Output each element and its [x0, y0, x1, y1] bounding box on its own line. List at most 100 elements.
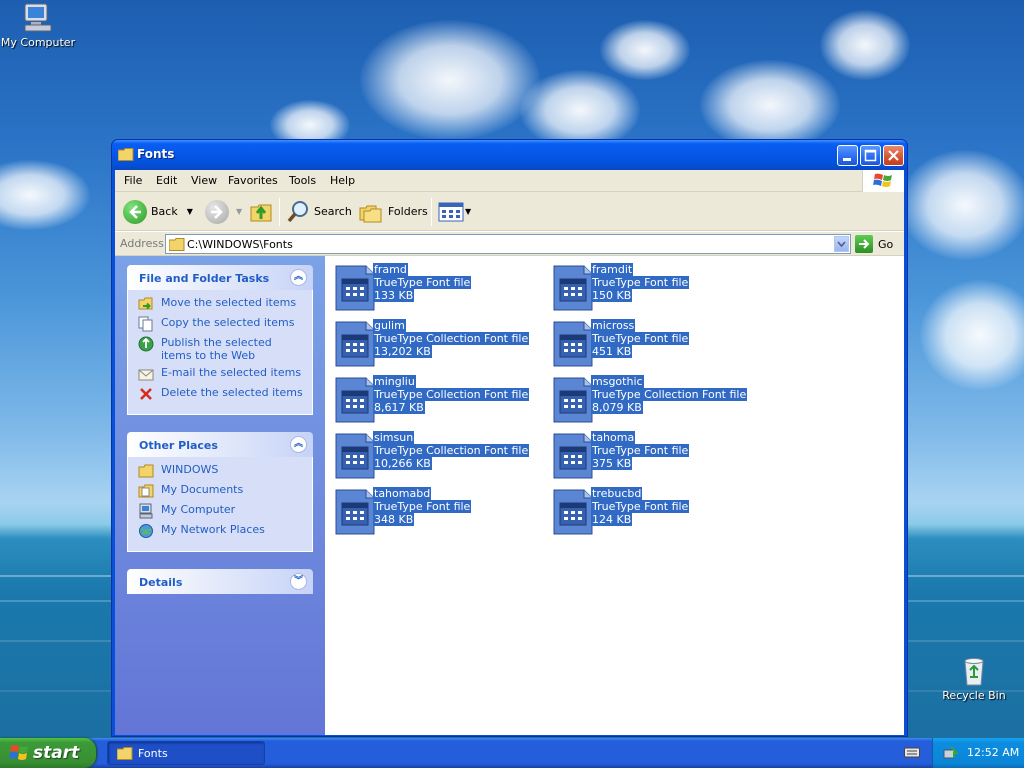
- file-name: simsun: [373, 431, 415, 444]
- clock: 12:52 AM: [967, 746, 1020, 759]
- email-icon: [138, 366, 154, 382]
- menu-view[interactable]: View: [191, 174, 217, 187]
- panel-header[interactable]: File and Folder Tasks ︽: [127, 265, 313, 290]
- file-type: TrueType Collection Font file: [591, 388, 748, 401]
- file-type: TrueType Font file: [591, 500, 690, 513]
- font-file-icon: [335, 265, 375, 311]
- file-name: micross: [591, 319, 636, 332]
- place-label: My Documents: [161, 483, 244, 496]
- views-icon: [438, 202, 464, 221]
- taskbar: start Fonts 12:52 AM: [0, 738, 1024, 768]
- task-label: Move the selected items: [161, 296, 297, 309]
- file-name: trebucbd: [591, 487, 643, 500]
- title-bar[interactable]: Fonts: [112, 140, 907, 170]
- move-icon: [138, 296, 154, 312]
- file-item[interactable]: gulim TrueType Collection Font file 13,2…: [325, 319, 535, 367]
- task-label: E-mail the selected items: [161, 366, 302, 379]
- forward-button[interactable]: ▼: [205, 192, 242, 231]
- file-item[interactable]: tahoma TrueType Font file 375 KB: [543, 431, 753, 479]
- file-size: 10,266 KB: [373, 457, 432, 470]
- file-type: TrueType Font file: [591, 444, 690, 457]
- chevron-down-icon[interactable]: ▼: [236, 207, 242, 216]
- safely-remove-hardware-icon[interactable]: [942, 745, 960, 761]
- menu-bar: File Edit View Favorites Tools Help: [115, 170, 904, 192]
- chevron-down-icon: [837, 241, 846, 248]
- my-documents-icon: [138, 483, 154, 499]
- go-arrow-icon: [855, 235, 873, 253]
- menu-tools[interactable]: Tools: [289, 174, 316, 187]
- maximize-button[interactable]: [860, 145, 881, 166]
- address-dropdown-button[interactable]: [834, 236, 849, 252]
- file-name: framd: [373, 263, 408, 276]
- collapse-icon[interactable]: ︽: [290, 269, 307, 286]
- task-delete-selected[interactable]: Delete the selected items: [138, 386, 312, 406]
- panel-title: Details: [139, 576, 183, 589]
- chevron-down-icon[interactable]: ▼: [465, 207, 471, 216]
- file-item[interactable]: framdit TrueType Font file 150 KB: [543, 263, 753, 311]
- go-button[interactable]: Go: [855, 233, 903, 255]
- task-copy-selected[interactable]: Copy the selected items: [138, 316, 312, 336]
- folders-label: Folders: [388, 205, 428, 218]
- file-item[interactable]: simsun TrueType Collection Font file 10,…: [325, 431, 535, 479]
- menu-file[interactable]: File: [124, 174, 142, 187]
- folder-icon: [117, 747, 133, 760]
- file-item[interactable]: tahomabd TrueType Font file 348 KB: [325, 487, 535, 535]
- font-file-icon: [553, 265, 593, 311]
- task-publish-selected[interactable]: Publish the selected items to the Web: [138, 336, 312, 366]
- explorer-window: Fonts File Edit View Favorites Tools Hel…: [111, 139, 908, 737]
- place-label: My Network Places: [161, 523, 265, 536]
- toolbar-separator: [431, 198, 432, 226]
- place-windows[interactable]: WINDOWS: [138, 463, 312, 483]
- panel-header[interactable]: Other Places ︽: [127, 432, 313, 457]
- panel-header[interactable]: Details ︾: [127, 569, 313, 594]
- taskbar-item-fonts[interactable]: Fonts: [107, 741, 265, 765]
- folders-button[interactable]: Folders: [358, 192, 428, 231]
- place-my-computer[interactable]: My Computer: [138, 503, 312, 523]
- window-client: File Edit View Favorites Tools Help Back…: [115, 170, 904, 735]
- file-item[interactable]: micross TrueType Font file 451 KB: [543, 319, 753, 367]
- chevron-down-icon[interactable]: ▼: [187, 207, 193, 216]
- folders-icon: [359, 205, 382, 222]
- collapse-icon[interactable]: ︽: [290, 436, 307, 453]
- views-button[interactable]: ▼: [438, 192, 471, 231]
- my-computer-icon: [138, 503, 154, 519]
- panel-body: Move the selected items Copy the selecte…: [127, 290, 313, 415]
- start-button[interactable]: start: [0, 738, 96, 768]
- file-list: framd TrueType Font file 133 KB framdit …: [325, 256, 904, 735]
- menu-edit[interactable]: Edit: [156, 174, 177, 187]
- file-item[interactable]: trebucbd TrueType Font file 124 KB: [543, 487, 753, 535]
- desktop-icon-my-computer[interactable]: My Computer: [0, 2, 78, 49]
- keyboard-icon[interactable]: [904, 746, 920, 759]
- file-type: TrueType Font file: [591, 332, 690, 345]
- minimize-button[interactable]: [837, 145, 858, 166]
- file-size: 375 KB: [591, 457, 633, 470]
- task-email-selected[interactable]: E-mail the selected items: [138, 366, 312, 386]
- up-folder-icon: [250, 204, 272, 221]
- file-item[interactable]: framd TrueType Font file 133 KB: [325, 263, 535, 311]
- file-item[interactable]: msgothic TrueType Collection Font file 8…: [543, 375, 753, 423]
- place-my-network-places[interactable]: My Network Places: [138, 523, 312, 543]
- desktop-icon-label: Recycle Bin: [942, 689, 1006, 702]
- menu-help[interactable]: Help: [330, 174, 355, 187]
- windows-logo-icon: [9, 745, 28, 760]
- desktop-icon-recycle-bin[interactable]: Recycle Bin: [934, 655, 1014, 702]
- place-my-documents[interactable]: My Documents: [138, 483, 312, 503]
- file-size: 13,202 KB: [373, 345, 432, 358]
- close-button[interactable]: [883, 145, 904, 166]
- file-item[interactable]: mingliu TrueType Collection Font file 8,…: [325, 375, 535, 423]
- network-places-icon: [138, 523, 154, 539]
- task-move-selected[interactable]: Move the selected items: [138, 296, 312, 316]
- menu-favorites[interactable]: Favorites: [228, 174, 278, 187]
- address-label: Address: [120, 237, 164, 250]
- file-name: gulim: [373, 319, 406, 332]
- file-name: tahoma: [591, 431, 636, 444]
- search-button[interactable]: Search: [286, 192, 352, 231]
- file-type: TrueType Collection Font file: [373, 332, 530, 345]
- maximize-icon: [864, 149, 877, 162]
- back-button[interactable]: Back ▼: [123, 192, 193, 231]
- font-file-icon: [335, 489, 375, 535]
- up-folder-button[interactable]: [249, 192, 275, 231]
- folder-icon: [169, 238, 185, 251]
- expand-icon[interactable]: ︾: [290, 573, 307, 590]
- address-input[interactable]: C:\WINDOWS\Fonts: [165, 234, 851, 254]
